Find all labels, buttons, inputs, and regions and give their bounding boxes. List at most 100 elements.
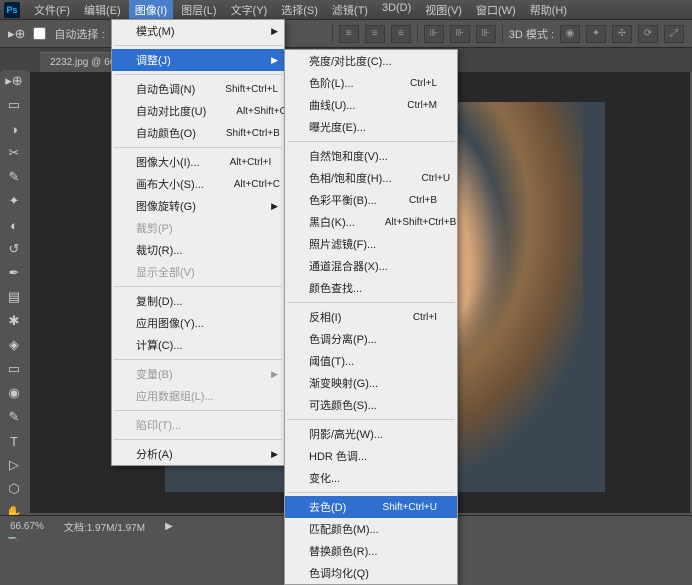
- menu-filter[interactable]: 滤镜(T): [326, 0, 374, 20]
- history-brush-tool[interactable]: ✒: [2, 262, 26, 284]
- menu-posterize[interactable]: 色调分离(P)...: [285, 328, 457, 350]
- menu-selective-color[interactable]: 可选颜色(S)...: [285, 394, 457, 416]
- chevron-right-icon[interactable]: ▶: [165, 521, 173, 532]
- 3d-icon[interactable]: ✦: [586, 25, 606, 43]
- stamp-tool[interactable]: ↺: [2, 238, 26, 260]
- menu-reveal-all: 显示全部(V): [112, 261, 284, 283]
- menu-calculations[interactable]: 计算(C)...: [112, 334, 284, 356]
- 3d-icon[interactable]: ◉: [560, 25, 580, 43]
- menu-hue-saturation[interactable]: 色相/饱和度(H)...Ctrl+U: [285, 167, 457, 189]
- hand-tool[interactable]: ⬡: [2, 478, 26, 500]
- distribute-icon[interactable]: ⊪: [424, 25, 444, 43]
- submenu-arrow-icon: ▶: [271, 55, 278, 66]
- align-icon[interactable]: ≡: [365, 25, 385, 43]
- menu-apply-image[interactable]: 应用图像(Y)...: [112, 312, 284, 334]
- menu-help[interactable]: 帮助(H): [524, 0, 573, 20]
- eraser-tool[interactable]: ▤: [2, 286, 26, 308]
- menu-image[interactable]: 图像(I): [129, 0, 173, 20]
- menu-hdr-toning[interactable]: HDR 色调...: [285, 445, 457, 467]
- menu-auto-contrast[interactable]: 自动对比度(U)Alt+Shift+Ctrl+L: [112, 100, 284, 122]
- menu-photo-filter[interactable]: 照片滤镜(F)...: [285, 233, 457, 255]
- distribute-icon[interactable]: ⊪: [450, 25, 470, 43]
- 3d-icon[interactable]: ⤢: [664, 25, 684, 43]
- move-tool-icon: ▸⊕: [8, 26, 25, 42]
- separator: [114, 74, 282, 75]
- healing-tool[interactable]: ✦: [2, 190, 26, 212]
- menu-color-balance[interactable]: 色彩平衡(B)...Ctrl+B: [285, 189, 457, 211]
- doc-info: 文档:1.97M/1.97M: [64, 519, 145, 534]
- lasso-tool[interactable]: ◑: [2, 118, 26, 140]
- shape-tool[interactable]: ▷: [2, 454, 26, 476]
- menu-variations[interactable]: 变化...: [285, 467, 457, 489]
- submenu-arrow-icon: ▶: [271, 26, 278, 37]
- menu-black-white[interactable]: 黑白(K)...Alt+Shift+Ctrl+B: [285, 211, 457, 233]
- gradient-tool[interactable]: ✱: [2, 310, 26, 332]
- crop-tool[interactable]: ✂: [2, 142, 26, 164]
- menu-brightness-contrast[interactable]: 亮度/对比度(C)...: [285, 50, 457, 72]
- marquee-tool[interactable]: ▭: [2, 94, 26, 116]
- dodge-tool[interactable]: ▭: [2, 358, 26, 380]
- menu-duplicate[interactable]: 复制(D)...: [112, 290, 284, 312]
- menu-window[interactable]: 窗口(W): [470, 0, 522, 20]
- menu-3d[interactable]: 3D(D): [376, 0, 417, 20]
- menu-type[interactable]: 文字(Y): [225, 0, 274, 20]
- separator: [114, 359, 282, 360]
- menu-desaturate[interactable]: 去色(D)Shift+Ctrl+U: [285, 496, 457, 518]
- submenu-arrow-icon: ▶: [271, 201, 278, 212]
- zoom-level[interactable]: 66.67%: [10, 521, 44, 532]
- separator: [114, 439, 282, 440]
- menu-curves[interactable]: 曲线(U)...Ctrl+M: [285, 94, 457, 116]
- separator: [287, 492, 455, 493]
- submenu-arrow-icon: ▶: [271, 449, 278, 460]
- menu-color-lookup[interactable]: 颜色查找...: [285, 277, 457, 299]
- menu-crop: 裁剪(P): [112, 217, 284, 239]
- mode-3d-label: 3D 模式 :: [509, 26, 554, 42]
- menu-view[interactable]: 视图(V): [419, 0, 468, 20]
- menu-file[interactable]: 文件(F): [28, 0, 76, 20]
- align-icon[interactable]: ≡: [339, 25, 359, 43]
- menu-adjustments[interactable]: 调整(J)▶: [112, 49, 284, 71]
- menu-trap: 陷印(T)...: [112, 414, 284, 436]
- menu-vibrance[interactable]: 自然饱和度(V)...: [285, 145, 457, 167]
- menu-mode[interactable]: 模式(M)▶: [112, 20, 284, 42]
- 3d-icon[interactable]: ⟳: [638, 25, 658, 43]
- separator: [114, 45, 282, 46]
- menu-replace-color[interactable]: 替换颜色(R)...: [285, 540, 457, 562]
- brush-tool[interactable]: ◐: [2, 214, 26, 236]
- separator: [417, 25, 418, 43]
- path-tool[interactable]: T: [2, 430, 26, 452]
- menu-gradient-map[interactable]: 渐变映射(G)...: [285, 372, 457, 394]
- 3d-icon[interactable]: ✢: [612, 25, 632, 43]
- move-tool[interactable]: ▸⊕: [2, 70, 26, 92]
- menu-threshold[interactable]: 阈值(T)...: [285, 350, 457, 372]
- menu-image-size[interactable]: 图像大小(I)...Alt+Ctrl+I: [112, 151, 284, 173]
- menu-channel-mixer[interactable]: 通道混合器(X)...: [285, 255, 457, 277]
- menu-select[interactable]: 选择(S): [275, 0, 324, 20]
- menu-layer[interactable]: 图层(L): [175, 0, 222, 20]
- menu-auto-tone[interactable]: 自动色调(N)Shift+Ctrl+L: [112, 78, 284, 100]
- blur-tool[interactable]: ◈: [2, 334, 26, 356]
- auto-select-checkbox[interactable]: [33, 27, 46, 40]
- menu-equalize[interactable]: 色调均化(Q): [285, 562, 457, 584]
- align-icon[interactable]: ≡: [391, 25, 411, 43]
- menu-exposure[interactable]: 曝光度(E)...: [285, 116, 457, 138]
- menu-image-rotation[interactable]: 图像旋转(G)▶: [112, 195, 284, 217]
- menu-levels[interactable]: 色阶(L)...Ctrl+L: [285, 72, 457, 94]
- eyedropper-tool[interactable]: ✎: [2, 166, 26, 188]
- menu-invert[interactable]: 反相(I)Ctrl+I: [285, 306, 457, 328]
- distribute-icon[interactable]: ⊪: [476, 25, 496, 43]
- type-tool[interactable]: ✎: [2, 406, 26, 428]
- menu-trim[interactable]: 裁切(R)...: [112, 239, 284, 261]
- menu-canvas-size[interactable]: 画布大小(S)...Alt+Ctrl+C: [112, 173, 284, 195]
- auto-select-label: 自动选择 :: [54, 26, 104, 42]
- menu-apply-data-set: 应用数据组(L)...: [112, 385, 284, 407]
- menu-analysis[interactable]: 分析(A)▶: [112, 443, 284, 465]
- separator: [502, 25, 503, 43]
- separator: [114, 286, 282, 287]
- menu-shadows-highlights[interactable]: 阴影/高光(W)...: [285, 423, 457, 445]
- separator: [287, 419, 455, 420]
- pen-tool[interactable]: ◉: [2, 382, 26, 404]
- menu-auto-color[interactable]: 自动颜色(O)Shift+Ctrl+B: [112, 122, 284, 144]
- menu-edit[interactable]: 编辑(E): [78, 0, 127, 20]
- separator: [114, 410, 282, 411]
